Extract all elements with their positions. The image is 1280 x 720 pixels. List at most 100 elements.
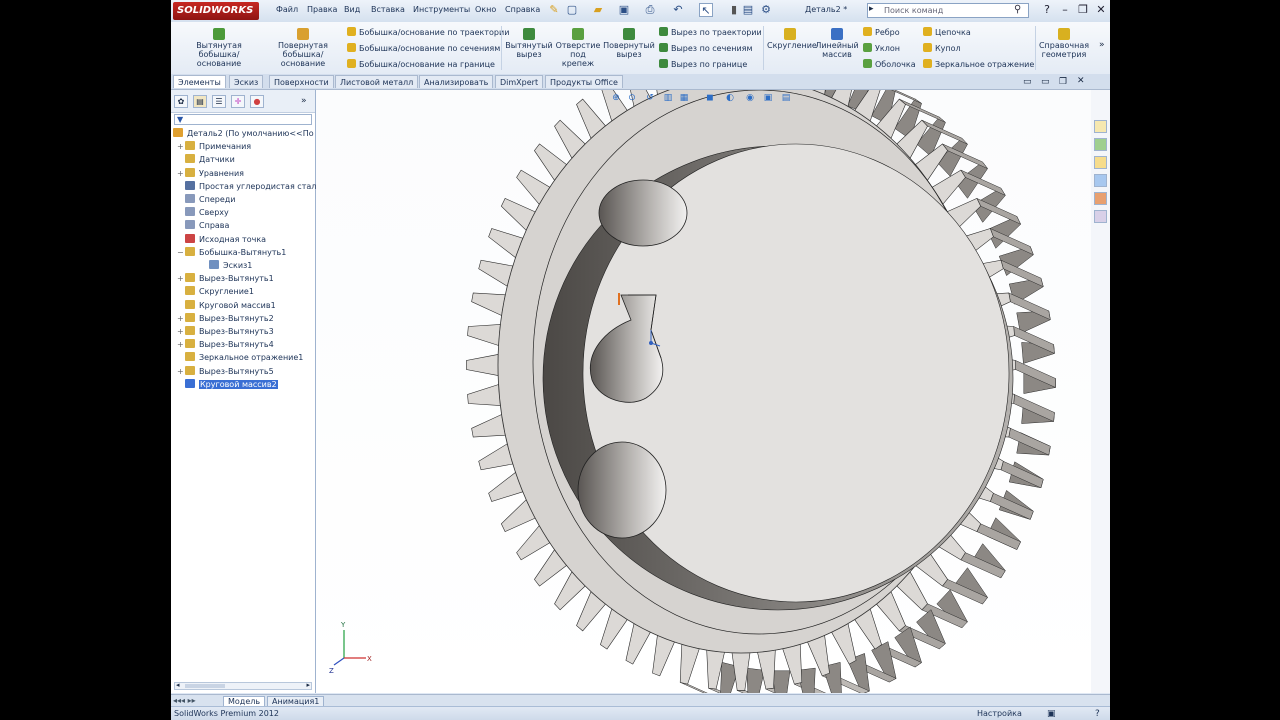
view-settings-icon[interactable]: ▤ [780,92,792,104]
chevron-right-icon[interactable]: » [1099,40,1105,50]
options-gear-icon[interactable]: ⚙ [759,3,773,17]
tree-item[interactable]: Спереди [177,194,235,204]
restore-doc-icon[interactable]: ❐ [1059,77,1067,87]
status-customize[interactable]: Настройка [977,707,1022,720]
open-folder-icon[interactable]: ▰ [591,3,605,17]
menu-edit[interactable]: Правка [307,5,337,14]
graphics-viewport[interactable]: Y X Z ⊕ ⊙ ↺ ▥ ▦ ◼ ◐ ◉ ▣ ▤ [316,90,1091,693]
mirror-button[interactable]: Зеркальное отражение [923,59,1034,69]
zoom-to-area-icon[interactable]: ⊙ [626,92,638,104]
tree-item[interactable]: Деталь2 (По умолчанию<<По [173,128,314,138]
close-doc-icon[interactable]: ✕ [1077,76,1085,86]
minimize-icon[interactable]: – [1057,2,1073,18]
scroll-right-icon[interactable]: ▸ [306,681,310,689]
tree-item[interactable]: + Примечания [177,141,251,151]
tree-item[interactable]: Исходная точка [177,233,266,244]
select-cursor-icon[interactable]: ↖ [699,3,713,17]
restore-icon[interactable]: ❐ [1075,2,1091,18]
tree-item[interactable]: Зеркальное отражение1 [177,352,303,362]
tab-dimxpert[interactable]: DimXpert [495,75,544,88]
hole-wizard-button[interactable]: Отверстие под крепеж [555,28,601,68]
scroll-thumb[interactable] [185,684,225,688]
loft-cut-button[interactable]: Вырез по сечениям [659,43,753,53]
tree-expander-icon[interactable]: + [177,169,185,178]
extrude-cut-button[interactable]: Вытянутый вырез [505,28,553,59]
wrap-button[interactable]: Цепочка [923,27,971,37]
pin-icon[interactable]: ✎ [547,3,561,17]
tab-office-products[interactable]: Продукты Office [545,75,623,88]
tree-item[interactable]: Скругление1 [177,286,254,296]
loft-boss-button[interactable]: Бобышка/основание по сечениям [347,43,500,53]
new-document-icon[interactable]: ▢ [565,3,579,17]
tree-expander-icon[interactable]: + [177,340,185,349]
tab-evaluate[interactable]: Анализировать [419,75,494,88]
tab-sketch[interactable]: Эскиз [229,75,264,88]
tree-expander-icon[interactable]: + [177,274,185,283]
tree-item[interactable]: + Уравнения [177,167,244,178]
help-status-icon[interactable]: ? [1095,707,1100,720]
revolve-boss-button[interactable]: Повернутая бобышка/основание [263,28,343,68]
dimxpert-manager-tab-icon[interactable]: ✛ [231,95,245,108]
hide-show-items-icon[interactable]: ◐ [724,92,736,104]
tree-item[interactable]: Круговой массив2 [177,378,278,389]
property-manager-tab-icon[interactable]: ▤ [193,95,207,108]
tree-item[interactable]: + Вырез-Вытянуть3 [177,326,274,336]
tree-expander-icon[interactable]: + [177,314,185,323]
apply-scene-icon[interactable]: ▣ [762,92,774,104]
custom-properties-icon[interactable] [1094,210,1107,223]
tree-filter-input[interactable]: ▼ [174,114,312,125]
undo-icon[interactable]: ↶ [671,3,685,17]
search-icon[interactable]: ⚲ [1014,4,1021,15]
linear-pattern-button[interactable]: Линейный массив [815,28,859,59]
shell-button[interactable]: Оболочка [863,59,916,69]
tree-item[interactable]: + Вырез-Вытянуть4 [177,339,274,349]
draft-button[interactable]: Уклон [863,43,900,53]
tree-item[interactable]: − Бобышка-Вытянуть1 [177,246,286,257]
tab-scroll-icons[interactable]: ◂◂◂ ▸▸ [173,696,196,705]
section-view-icon[interactable]: ▥ [662,92,674,104]
tree-expander-icon[interactable]: + [177,327,185,336]
tree-item[interactable]: + Вырез-Вытянуть1 [177,273,274,283]
fillet-button[interactable]: Скругление [767,28,817,50]
tree-item[interactable]: + Вырез-Вытянуть2 [177,312,274,323]
menu-help[interactable]: Справка [505,5,540,14]
tree-expander-icon[interactable]: + [177,367,185,376]
menu-tools[interactable]: Инструменты [413,5,470,14]
configuration-manager-tab-icon[interactable]: ☰ [212,95,226,108]
feature-tree-tab-icon[interactable]: ✿ [174,95,188,108]
save-icon[interactable]: ▣ [617,3,631,17]
chevron-right-icon[interactable]: » [301,96,307,106]
swept-boss-button[interactable]: Бобышка/основание по траектории [347,27,509,37]
extrude-boss-button[interactable]: Вытянутая бобышка/основание [179,28,259,68]
view-palette-icon[interactable] [1094,174,1107,187]
panel-horizontal-scrollbar[interactable]: ◂ ▸ [174,681,312,690]
scroll-left-icon[interactable]: ◂ [176,681,180,689]
appearances-icon[interactable] [1094,192,1107,205]
display-style-icon[interactable]: ◼ [704,92,716,104]
tree-item[interactable]: Справа [177,220,229,230]
print-icon[interactable]: ⎙ [643,3,657,17]
menu-insert[interactable]: Вставка [371,5,405,14]
dome-button[interactable]: Купол [923,43,961,53]
zoom-to-fit-icon[interactable]: ⊕ [610,92,622,104]
boundary-boss-button[interactable]: Бобышка/основание на границе [347,59,495,69]
tile-icon[interactable]: ▭ [1023,77,1032,87]
edit-appearance-icon[interactable]: ◉ [744,92,756,104]
tree-item[interactable]: Датчики [177,154,235,164]
search-commands-input[interactable]: Поиск команд [867,3,1029,18]
menu-file[interactable]: Файл [276,5,298,14]
file-explorer-icon[interactable] [1094,156,1107,169]
file-properties-icon[interactable]: ▤ [741,3,755,17]
rebuild-status-icon[interactable]: ▣ [1047,707,1056,720]
tab-surfaces[interactable]: Поверхности [269,75,334,88]
rib-button[interactable]: Ребро [863,27,900,37]
previous-view-icon[interactable]: ↺ [644,92,656,104]
close-icon[interactable]: ✕ [1093,2,1109,18]
tree-expander-icon[interactable]: + [177,142,185,151]
gear-model[interactable]: Y X Z [316,90,1091,693]
tree-item[interactable]: Простая углеродистая стал [177,180,316,191]
swept-cut-button[interactable]: Вырез по траектории [659,27,762,37]
minimize-doc-icon[interactable]: ▭ [1041,77,1050,87]
menu-window[interactable]: Окно [475,5,496,14]
tab-features[interactable]: Элементы [173,75,226,88]
